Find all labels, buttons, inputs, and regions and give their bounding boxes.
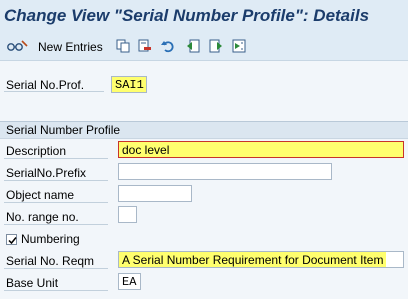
base-unit-label: Base Unit [6,276,59,290]
delete-icon [138,39,152,56]
reqm-label: Serial No. Reqm [6,254,95,268]
group-title: Serial Number Profile [6,123,121,137]
new-entries-button[interactable]: New Entries [34,38,103,56]
range-label: No. range no. [6,210,79,224]
group-header: Serial Number Profile [0,121,408,139]
serial-prof-label: Serial No.Prof. [6,78,85,92]
numbering-label: Numbering [21,232,80,246]
reqm-field[interactable]: A Serial Number Requirement for Document… [118,251,404,268]
base-unit-field[interactable]: EA [118,273,141,290]
application-toolbar: New Entries [0,34,408,61]
select-all-icon [232,39,246,56]
title-bar: Change View "Serial Number Profile": Det… [0,0,408,34]
row-divider [4,290,108,291]
reqm-value: A Serial Number Requirement for Document… [119,252,387,267]
select-all-button[interactable] [232,38,246,56]
row-divider [4,224,108,225]
object-name-field[interactable] [118,185,192,202]
description-field[interactable]: doc level [118,141,404,158]
new-entries-label: New Entries [38,40,103,54]
checkmark-icon [8,237,17,245]
copy-button[interactable] [116,38,130,56]
undo-icon [161,39,175,56]
delete-button[interactable] [138,38,152,56]
next-entry-button[interactable] [209,38,223,56]
description-label: Description [6,144,67,158]
row-divider [4,180,108,181]
prefix-label: SerialNo.Prefix [6,166,87,180]
export-icon [186,39,200,56]
detail-area: Serial No.Prof. SAI1 Serial Number Profi… [0,61,408,299]
page-title: Change View "Serial Number Profile": Det… [4,6,370,25]
row-divider [4,158,108,159]
row-divider [4,268,108,269]
edit-glasses-icon [6,39,28,56]
row-divider [4,202,108,203]
import-icon [209,39,223,56]
range-field[interactable] [118,206,137,223]
object-name-label: Object name [6,188,75,202]
prefix-field[interactable] [118,163,332,180]
display-change-button[interactable] [6,38,28,56]
serial-prof-field[interactable]: SAI1 [111,76,147,93]
previous-entry-button[interactable] [186,38,200,56]
copy-icon [116,39,130,56]
numbering-checkbox[interactable] [6,234,17,245]
label-underline [4,91,104,92]
undo-button[interactable] [161,38,175,56]
